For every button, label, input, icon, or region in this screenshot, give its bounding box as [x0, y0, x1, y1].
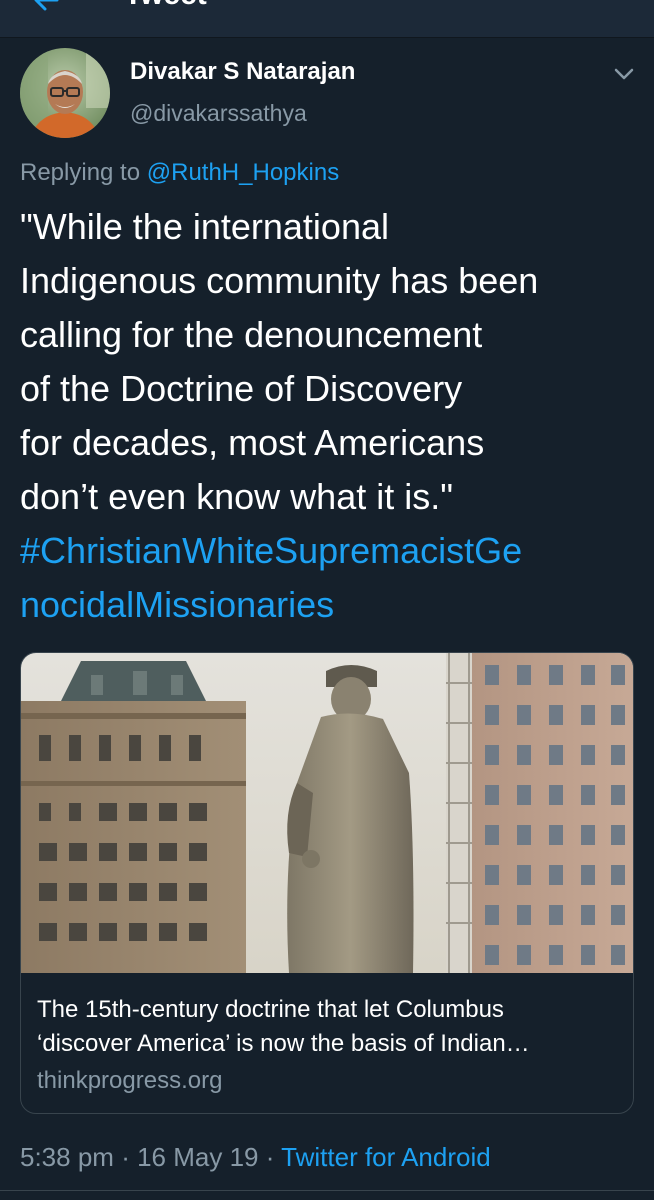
avatar-image [20, 48, 110, 138]
chevron-down-icon [614, 68, 634, 80]
page-title: Tweet [124, 0, 207, 10]
meta-separator: · [121, 1142, 130, 1172]
back-arrow-icon [34, 0, 59, 11]
divider [0, 1190, 654, 1191]
replying-handle-link[interactable]: @RuthH_Hopkins [147, 159, 339, 186]
hashtag-link[interactable]: nocidalMissionaries [20, 578, 640, 632]
author-name[interactable]: Divakar S Natarajan [130, 58, 355, 86]
link-card-title[interactable]: The 15th-century doctrine that let Colum… [37, 993, 627, 1061]
avatar[interactable] [20, 48, 110, 138]
tweet-text: "While the international Indigenous comm… [20, 200, 640, 632]
link-card-title-line: ‘discover America’ is now the basis of I… [37, 1030, 530, 1057]
link-card-title-line: The 15th-century doctrine that let Colum… [37, 996, 504, 1023]
tweet-meta: 5:38 pm · 16 May 19 · Twitter for Androi… [20, 1142, 491, 1173]
tweet-date: 16 May 19 [137, 1142, 259, 1172]
tweet-text-line: of the Doctrine of Discovery [20, 368, 463, 409]
link-card-domain: thinkprogress.org [37, 1067, 223, 1094]
link-card[interactable]: The 15th-century doctrine that let Colum… [20, 652, 634, 1114]
tweet-text-line: don’t even know what it is." [20, 476, 454, 517]
replying-label: Replying to [20, 159, 141, 186]
top-bar: Tweet [0, 0, 654, 38]
meta-separator: · [265, 1142, 275, 1172]
author-handle[interactable]: @divakarssathya [130, 100, 307, 127]
back-button[interactable] [26, 0, 66, 20]
tweet-menu-button[interactable] [610, 60, 638, 88]
tweet-source-link[interactable]: Twitter for Android [281, 1142, 491, 1172]
hashtag-link[interactable]: #ChristianWhiteSupremacistGe [20, 524, 640, 578]
tweet-text-line: Indigenous community has been [20, 260, 539, 301]
replying-to: Replying to @RuthH_Hopkins [20, 159, 339, 187]
tweet-text-line: "While the international [20, 206, 389, 247]
tweet-text-line: for decades, most Americans [20, 422, 485, 463]
link-card-image [21, 653, 633, 973]
tweet-text-line: calling for the denouncement [20, 314, 483, 355]
tweet-time: 5:38 pm [20, 1142, 114, 1172]
